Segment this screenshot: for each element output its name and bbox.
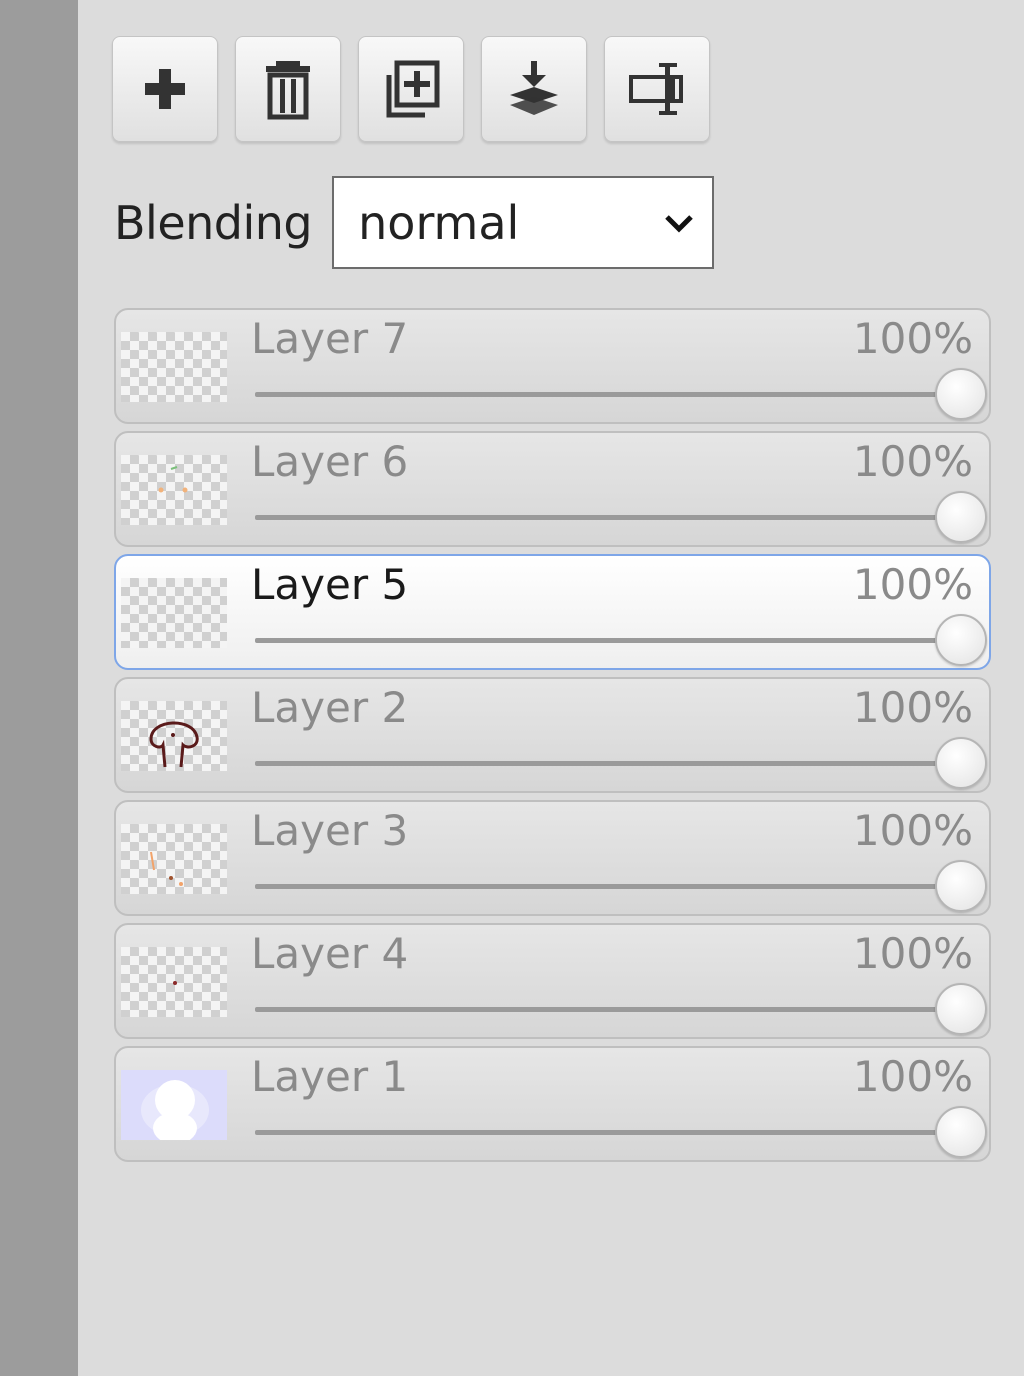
merge-down-button[interactable] [481,36,587,142]
trash-icon [266,61,310,120]
opacity-slider-track[interactable] [255,761,949,766]
layer-name: Layer 7 [251,314,409,363]
merge-down-icon [510,61,558,115]
layer-list: Layer 7 100% Layer 6 100% Layer 5 100% Layer 2… [114,308,991,1169]
blending-label: Blending [114,195,313,250]
rename-layer-button[interactable] [604,36,710,142]
opacity-slider-track[interactable] [255,1130,949,1135]
chevron-down-icon [664,213,694,233]
layer-thumbnail [121,1070,227,1140]
layer-row[interactable]: Layer 3 100% [114,800,991,916]
layer-name: Layer 5 [251,560,409,609]
layer-thumbnail [121,578,227,648]
layer-opacity-value: 100% [852,437,973,486]
opacity-slider-track[interactable] [255,515,949,520]
layer-row[interactable]: Layer 6 100% [114,431,991,547]
layer-row[interactable]: Layer 2 100% [114,677,991,793]
blending-row: Blending normal [114,176,715,269]
opacity-slider-thumb[interactable] [935,368,987,420]
layer-name: Layer 3 [251,806,409,855]
layer-row[interactable]: Layer 4 100% [114,923,991,1039]
opacity-slider-track[interactable] [255,392,949,397]
layer-name: Layer 1 [251,1052,409,1101]
add-layer-button[interactable] [112,36,218,142]
left-side-strip [0,0,78,1376]
layer-opacity-value: 100% [852,1052,973,1101]
layer-name: Layer 6 [251,437,409,486]
opacity-slider-thumb[interactable] [935,614,987,666]
opacity-slider-thumb[interactable] [935,491,987,543]
opacity-slider-thumb[interactable] [935,1106,987,1158]
opacity-slider-thumb[interactable] [935,983,987,1035]
duplicate-layer-button[interactable] [358,36,464,142]
blending-select[interactable]: normal [332,176,715,269]
layer-thumbnail [121,332,227,402]
layer-thumbnail [121,701,227,771]
opacity-slider-track[interactable] [255,884,949,889]
layer-toolbar [112,36,710,142]
layer-name: Layer 4 [251,929,409,978]
layer-opacity-value: 100% [852,806,973,855]
opacity-slider-thumb[interactable] [935,737,987,789]
layer-opacity-value: 100% [852,314,973,363]
duplicate-icon [386,60,440,118]
layer-opacity-value: 100% [852,683,973,732]
layer-row[interactable]: Layer 7 100% [114,308,991,424]
opacity-slider-track[interactable] [255,638,949,643]
delete-layer-button[interactable] [235,36,341,142]
layer-thumbnail [121,455,227,525]
layer-thumbnail [121,947,227,1017]
layer-row[interactable]: Layer 5 100% [114,554,991,670]
opacity-slider-thumb[interactable] [935,860,987,912]
blending-select-value: normal [358,195,520,250]
layer-opacity-value: 100% [852,560,973,609]
layer-thumbnail [121,824,227,894]
layer-name: Layer 2 [251,683,409,732]
layer-opacity-value: 100% [852,929,973,978]
rename-icon [629,63,683,115]
plus-icon [145,69,185,109]
layer-row[interactable]: Layer 1 100% [114,1046,991,1162]
opacity-slider-track[interactable] [255,1007,949,1012]
